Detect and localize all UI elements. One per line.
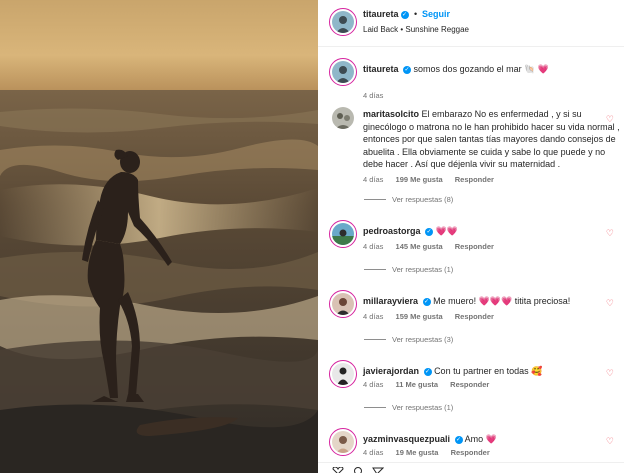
post-action-bar — [318, 462, 624, 473]
replies-divider — [364, 269, 386, 270]
comment-likes[interactable]: 19 Me gusta — [396, 448, 439, 457]
commenter-avatar[interactable] — [332, 431, 354, 453]
comment-body: Con tu partner en todas 🥰 — [434, 366, 543, 376]
comments-list[interactable]: titaureta ✓ somos dos gozando el mar 🐚 💗… — [318, 48, 624, 473]
verified-icon: ✓ — [425, 227, 434, 236]
like-comment-icon[interactable]: ♡ — [606, 368, 614, 379]
caption-meta: 4 días — [363, 91, 393, 100]
like-comment-icon[interactable]: ♡ — [606, 228, 614, 239]
author-avatar[interactable] — [332, 11, 354, 33]
comment-username[interactable]: pedroastorga — [363, 226, 421, 236]
verified-icon: ✓ — [403, 65, 412, 74]
comment-likes[interactable]: 145 Me gusta — [396, 242, 443, 251]
comment-age: 4 días — [363, 448, 384, 457]
commenter-avatar[interactable] — [332, 107, 354, 129]
reply-button[interactable]: Responder — [451, 448, 490, 457]
reply-button[interactable]: Responder — [455, 242, 494, 251]
caption-body: somos dos gozando el mar — [413, 64, 522, 74]
audio-track[interactable]: Laid Back • Sunshine Reggae — [363, 25, 469, 34]
like-comment-icon[interactable]: ♡ — [606, 114, 614, 125]
commenter-avatar[interactable] — [332, 293, 354, 315]
replies-divider — [364, 407, 386, 408]
reply-button[interactable]: Responder — [450, 380, 489, 389]
replies-divider — [364, 199, 386, 200]
comment-item: pedroastorga ✓ 💗💗 4 días 145 Me gusta Re… — [318, 220, 624, 284]
caption-text: titaureta ✓ somos dos gozando el mar 🐚 💗 — [363, 63, 621, 76]
comment-text: yazminvasquezpuali ✓ Amo 💗 — [363, 433, 621, 446]
like-icon[interactable] — [332, 467, 344, 473]
commenter-avatar[interactable] — [332, 363, 354, 385]
author-username[interactable]: titaureta ✓ — [363, 9, 409, 19]
view-replies-button[interactable]: Ver respuestas (1) — [364, 403, 453, 412]
caption-emoji: 🐚 💗 — [524, 64, 550, 74]
comment-likes[interactable]: 159 Me gusta — [396, 312, 443, 321]
view-replies-button[interactable]: Ver respuestas (3) — [364, 335, 453, 344]
comment-body: 💗💗 — [435, 226, 458, 236]
view-replies-button[interactable]: Ver respuestas (8) — [364, 195, 453, 204]
author-username-text[interactable]: titaureta — [363, 9, 399, 19]
caption-username[interactable]: titaureta — [363, 64, 399, 74]
follow-button[interactable]: Seguir — [422, 9, 450, 19]
comment-text: javierajordan ✓ Con tu partner en todas … — [363, 365, 621, 378]
comment-body: Amo 💗 — [464, 434, 497, 444]
view-replies-label[interactable]: Ver respuestas (1) — [392, 403, 453, 412]
replies-divider — [364, 339, 386, 340]
like-comment-icon[interactable]: ♡ — [606, 298, 614, 309]
comment-meta: 4 días 199 Me gusta Responder — [363, 175, 504, 184]
verified-icon: ✓ — [422, 297, 431, 306]
view-replies-button[interactable]: Ver respuestas (1) — [364, 265, 453, 274]
comment-text: maritasolcito El embarazo No es enfermed… — [363, 108, 621, 171]
comment-meta: 4 días 145 Me gusta Responder — [363, 242, 504, 251]
comment-item: maritasolcito El embarazo No es enfermed… — [318, 104, 624, 208]
reply-button[interactable]: Responder — [455, 175, 494, 184]
share-icon[interactable] — [372, 467, 384, 473]
comment-text: millarayviera ✓ Me muero! 💗💗💗 titita pre… — [363, 295, 621, 308]
caption: titaureta ✓ somos dos gozando el mar 🐚 💗… — [318, 58, 624, 102]
verified-icon: ✓ — [454, 435, 463, 444]
verified-icon: ✓ — [400, 10, 409, 19]
caption-age: 4 días — [363, 91, 384, 100]
comment-body: Me muero! 💗💗💗 titita preciosa! — [433, 296, 571, 306]
instagram-post-view: titaureta ✓ • Seguir Laid Back • Sunshine… — [0, 0, 624, 473]
comment-meta: 4 días 159 Me gusta Responder — [363, 312, 504, 321]
comment-age: 4 días — [363, 312, 384, 321]
comment-text: pedroastorga ✓ 💗💗 — [363, 225, 621, 238]
comment-username[interactable]: yazminvasquezpuali — [363, 434, 450, 444]
comments-panel: titaureta ✓ • Seguir Laid Back • Sunshine… — [318, 0, 624, 473]
view-replies-label[interactable]: Ver respuestas (8) — [392, 195, 453, 204]
comment-age: 4 días — [363, 175, 384, 184]
comment-likes[interactable]: 199 Me gusta — [396, 175, 443, 184]
like-comment-icon[interactable]: ♡ — [606, 436, 614, 447]
comment-item: millarayviera ✓ Me muero! 💗💗💗 titita pre… — [318, 290, 624, 354]
post-header: titaureta ✓ • Seguir Laid Back • Sunshine… — [318, 0, 624, 47]
verified-icon: ✓ — [423, 367, 432, 376]
comment-username[interactable]: javierajordan — [363, 366, 419, 376]
comment-age: 4 días — [363, 380, 384, 389]
comment-icon[interactable] — [352, 467, 364, 473]
surf-photo-image — [0, 0, 318, 473]
comment-item: javierajordan ✓ Con tu partner en todas … — [318, 360, 624, 424]
view-replies-label[interactable]: Ver respuestas (3) — [392, 335, 453, 344]
comment-meta: 4 días 11 Me gusta Responder — [363, 380, 499, 389]
comment-age: 4 días — [363, 242, 384, 251]
post-photo[interactable] — [0, 0, 318, 473]
commenter-avatar[interactable] — [332, 223, 354, 245]
reply-button[interactable]: Responder — [455, 312, 494, 321]
caption-avatar[interactable] — [332, 61, 354, 83]
comment-username[interactable]: maritasolcito — [363, 109, 419, 119]
comment-meta: 4 días 19 Me gusta Responder — [363, 448, 500, 457]
header-separator: • — [414, 9, 418, 19]
comment-username[interactable]: millarayviera — [363, 296, 418, 306]
view-replies-label[interactable]: Ver respuestas (1) — [392, 265, 453, 274]
comment-likes[interactable]: 11 Me gusta — [396, 380, 439, 389]
